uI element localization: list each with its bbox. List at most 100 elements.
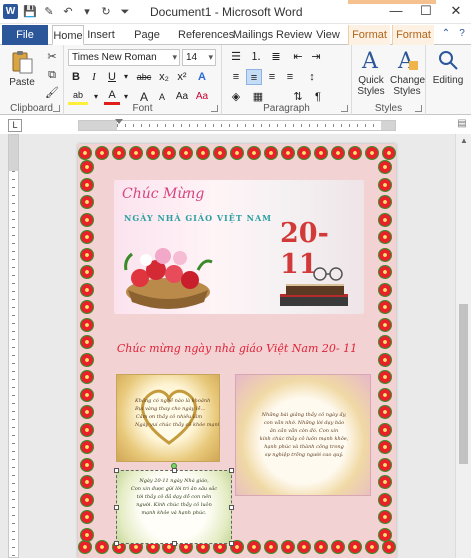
verse-line: mạnh khỏe và hạnh phúc. [141,510,207,516]
bullets-icon[interactable]: ☰ [228,49,244,65]
vertical-ruler[interactable] [8,134,19,558]
flower-border-ornament [80,527,94,542]
tab-mailings[interactable]: Mailings [232,25,274,45]
tab-page-layout[interactable]: Page Layout [118,25,176,61]
vertical-scrollbar[interactable]: ▲ [455,134,471,558]
word-app-icon[interactable]: W [3,4,18,19]
font-name-combo[interactable]: Times New Roman [68,49,180,66]
tab-references[interactable]: References [178,25,234,45]
styles-launcher-icon[interactable] [415,105,422,112]
tab-selector[interactable]: L [8,119,22,132]
flower-border-ornament [80,282,94,297]
paragraph-launcher-icon[interactable] [341,105,348,112]
document-page[interactable]: Chúc Mừng NGÀY NHÀ GIÁO VIỆT NAM 20-11 C… [78,144,396,558]
justify-icon[interactable]: ≡ [282,69,298,85]
font-size-combo[interactable]: 14 [182,49,216,66]
tab-insert[interactable]: Insert [86,25,116,45]
flower-border-ornament [80,212,94,227]
italic-button[interactable]: I [86,69,102,85]
flower-border-ornament [331,146,346,160]
view-ruler-icon[interactable]: ▤ [455,118,469,132]
flower-border-ornament [213,146,227,160]
subscript-button[interactable]: x₂ [156,69,172,85]
underline-dropdown-icon[interactable]: ▾ [122,69,130,85]
paragraph-group: ☰ ⒈ ≣ ⇤ ⇥ ≡ ≡ ≡ ≡ ↕ ◈ ▦ ⇅ ¶ Paragraph [222,45,352,115]
align-left-icon[interactable]: ≡ [228,69,244,85]
flower-border-ornament [381,146,396,160]
decrease-indent-icon[interactable]: ⇤ [290,49,306,65]
help-icon[interactable]: ? [455,27,469,41]
styles-group: A Quick Styles A Change Styles Styles [352,45,426,115]
flower-border-ornament [378,282,392,297]
increase-indent-icon[interactable]: ⇥ [308,49,324,65]
minimize-button[interactable]: — [381,0,411,24]
resize-handle-top-right[interactable] [229,468,234,473]
flower-border-ornament [378,230,392,245]
save-icon[interactable]: 💾 [22,4,38,20]
vertical-ruler-ticks [9,171,18,557]
numbering-icon[interactable]: ⒈ [248,49,264,65]
undo-dropdown-icon[interactable]: ▾ [79,4,95,20]
collapse-ribbon-icon[interactable]: ⌃ [439,27,453,41]
resize-handle-bottom-right[interactable] [229,541,234,546]
redo-icon[interactable]: ↻ [98,4,114,20]
rose-frame-card[interactable]: Những bài giảng thầy cô ngày ấy, con vẫn … [235,374,371,496]
resize-handle-bottom-left[interactable] [114,541,119,546]
flower-border-ornament [78,146,92,160]
copy-icon[interactable]: ⧉ [44,67,60,83]
format-painter-ribbon-icon[interactable]: 🖌 [44,85,60,101]
paste-button[interactable]: Paste [4,49,40,88]
editing-button[interactable]: Editing [428,47,468,86]
align-right-icon[interactable]: ≡ [264,69,280,85]
editing-label: Editing [432,75,464,86]
resize-handle-top[interactable] [172,468,177,473]
word-window: W 💾 ✎ ↶ ▾ ↻ ⏷ Document1 - Microsoft Word… [0,0,471,558]
bold-button[interactable]: B [68,69,84,85]
greeting-heading[interactable]: Chúc mừng ngày nhà giáo Việt Nam 20- 11 [102,342,372,355]
close-button[interactable]: ✕ [441,0,471,24]
teachers-day-banner-image[interactable]: Chúc Mừng NGÀY NHÀ GIÁO VIỆT NAM 20-11 [114,180,364,314]
font-launcher-icon[interactable] [211,105,218,112]
tab-review[interactable]: Review [276,25,312,45]
undo-icon[interactable]: ↶ [60,4,76,20]
flower-border-ornament [378,195,392,210]
flower-border-ornament [80,300,94,315]
quick-styles-button[interactable]: A Quick Styles [354,47,388,97]
resize-handle-left[interactable] [114,505,119,510]
flower-border-ornament [162,146,177,160]
flower-border-ornament [80,387,94,402]
format-painter-icon[interactable]: ✎ [41,4,57,20]
tab-home[interactable]: Home [52,25,84,45]
resize-handle-right[interactable] [229,505,234,510]
text-effects-button[interactable]: A [194,69,210,85]
paragraph-group-label: Paragraph [263,103,310,114]
superscript-button[interactable]: x² [174,69,190,85]
verse-line: con vẫn nhớ. Những lời dạy bảo [263,420,345,426]
flower-border-ornament [111,146,126,160]
line-spacing-icon[interactable]: ↕ [304,69,320,85]
flower-border-ornament [378,317,392,332]
tab-file[interactable]: File [2,25,48,45]
card3-verse: Ngày 20-11 ngày Nhà giáo, Con xin được gử… [123,477,225,517]
clipboard-launcher-icon[interactable] [53,105,60,112]
heart-frame-card[interactable]: Không có nghề nào là khoảnh Bụi vàng thay… [116,374,220,462]
multilevel-list-icon[interactable]: ≣ [268,49,284,65]
flower-border-ornament [80,492,94,507]
selected-verse-card[interactable]: Ngày 20-11 ngày Nhà giáo, Con xin được gử… [116,470,232,544]
tab-format-drawing[interactable]: Format [392,25,434,45]
resize-handle-bottom[interactable] [172,541,177,546]
scrollbar-thumb[interactable] [459,304,468,464]
strikethrough-button[interactable]: abc [134,69,154,85]
change-styles-button[interactable]: A Change Styles [390,47,425,97]
resize-handle-top-left[interactable] [114,468,119,473]
align-center-icon[interactable]: ≡ [246,69,262,85]
tab-view[interactable]: View [314,25,342,45]
underline-button[interactable]: U [104,69,120,85]
customize-qat-icon[interactable]: ⏷ [117,4,133,20]
cut-icon[interactable]: ✂ [44,49,60,65]
maximize-button[interactable]: ☐ [411,0,441,24]
first-line-indent-marker[interactable] [115,119,123,124]
horizontal-ruler[interactable] [78,119,396,131]
tab-format-picture[interactable]: Format [348,25,390,45]
scroll-up-icon[interactable]: ▲ [456,134,471,148]
